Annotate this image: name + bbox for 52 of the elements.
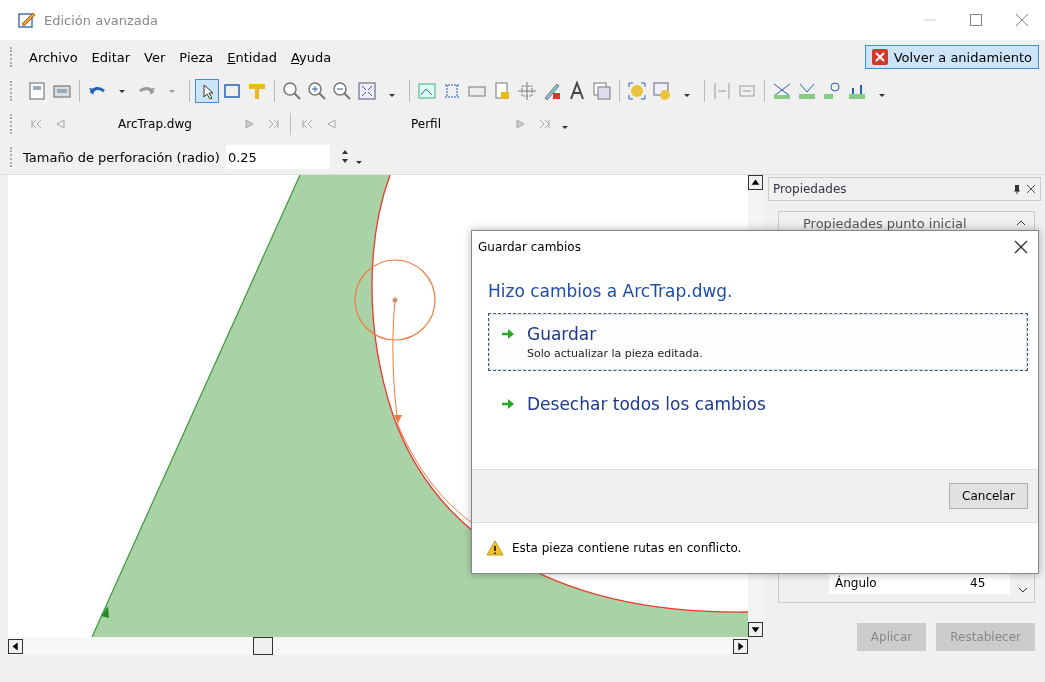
direction-arrowhead [394,415,402,423]
direction-arrowhead [101,606,109,618]
warning-icon [486,540,504,556]
menu-item[interactable]: Pieza [173,47,220,67]
option-label: Desechar todos los cambios [527,394,766,414]
arrow-icon [501,328,515,340]
chevron-up-icon[interactable] [1016,218,1026,228]
option-label: Guardar [527,324,598,344]
command-link[interactable]: Guardar Solo actualizar la pieza editada. [488,313,1028,371]
radius-field[interactable]: 0.25 [225,145,330,169]
scroll-left-icon[interactable] [8,638,23,654]
dialog-title: Guardar cambios [478,240,582,254]
menu-item[interactable]: Editar [85,47,137,67]
cancel-button[interactable]: Cancelar [949,483,1028,509]
panel-title: Propiedades [773,182,848,196]
close-icon[interactable] [1014,240,1028,254]
fit-icon[interactable] [356,80,378,102]
menu-item[interactable]: Ayuda [284,47,338,67]
close-icon [871,49,888,65]
property-value[interactable]: 45 [970,576,1010,590]
navigator-label: ArcTrap.dwg [117,117,193,131]
zoom-icon[interactable] [281,80,303,102]
navigator-label: Perfil [410,117,442,131]
arrow-icon [501,398,515,410]
field-label: Tamaño de perforación (radio) [23,149,220,165]
menu-item[interactable]: Ver [138,47,172,67]
close-icon[interactable] [1026,184,1036,194]
scroll-right-icon[interactable] [733,638,748,654]
zoom-in-icon[interactable] [306,80,328,102]
pencil-icon [18,11,36,29]
return-button[interactable]: Volver a anidamiento [864,45,1039,69]
menu-item[interactable]: Entidad [221,47,283,67]
option-note: Solo actualizar la pieza editada. [527,347,703,360]
spacing-icon[interactable] [711,80,733,102]
scroll-up-icon[interactable] [748,175,763,190]
scroll-thumb[interactable] [253,637,273,655]
menu-item[interactable]: Archivo [23,47,84,67]
property-name: Ángulo [834,576,878,590]
move-icon[interactable] [516,80,538,102]
save-icon[interactable] [26,80,48,102]
chevron-down-icon[interactable] [1018,586,1028,594]
pin-icon[interactable] [1012,184,1022,194]
group-title: Propiedades punto inicial [803,215,967,231]
maximize-icon[interactable] [969,13,983,27]
image-icon[interactable] [416,80,438,102]
scroll-down-icon[interactable] [748,622,763,637]
dialog-heading: Hizo cambios a ArcTrap.dwg. [488,281,734,301]
zoom-out-icon[interactable] [331,80,353,102]
warning-text: Esta pieza contiene rutas en conflicto. [512,541,742,555]
pointer-icon[interactable] [196,80,218,102]
pierce-point [392,297,398,303]
window-title: Edición avanzada [44,12,160,28]
